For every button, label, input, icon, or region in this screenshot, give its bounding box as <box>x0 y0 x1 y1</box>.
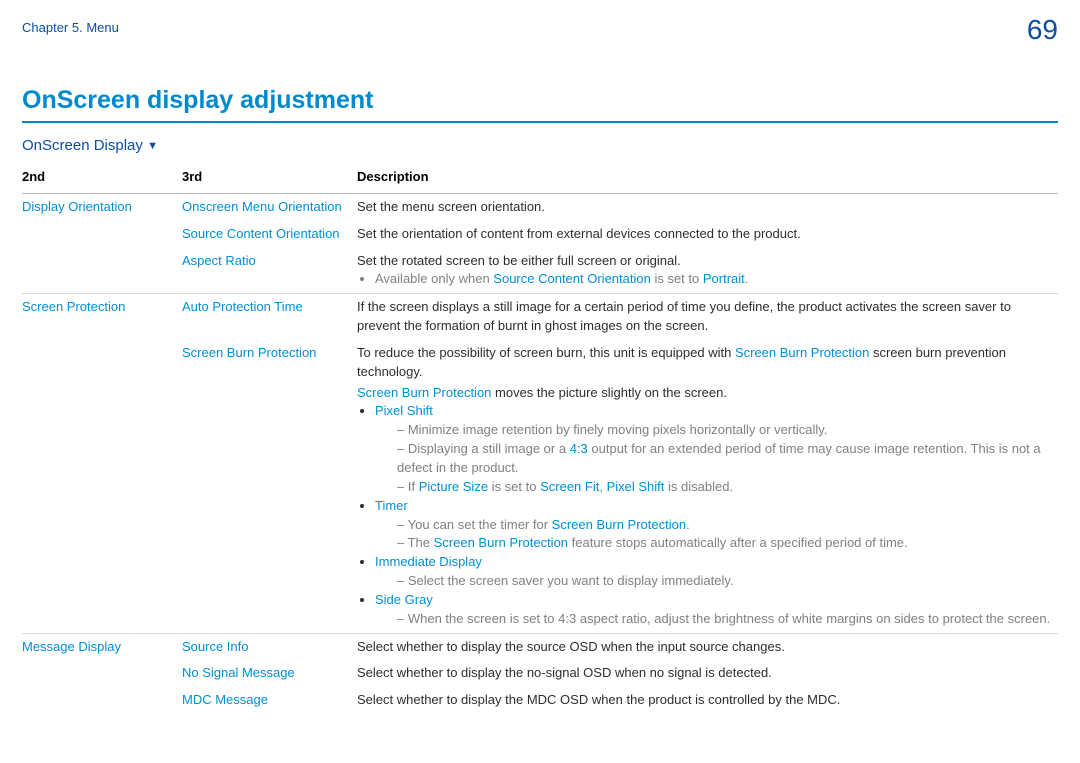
sub-item: Minimize image retention by finely movin… <box>397 421 1052 440</box>
description: Select whether to display the source OSD… <box>357 633 1058 660</box>
sub-item: You can set the timer for Screen Burn Pr… <box>397 516 1052 535</box>
table-row: No Signal Message Select whether to disp… <box>22 660 1058 687</box>
col-header-desc: Description <box>357 162 1058 193</box>
chapter-label: Chapter 5. Menu <box>22 14 119 35</box>
sub-item: When the screen is set to 4:3 aspect rat… <box>397 610 1052 629</box>
bullet-pixel-shift: Pixel Shift Minimize image retention by … <box>375 402 1052 496</box>
third-level: Source Content Orientation <box>182 221 357 248</box>
description: Select whether to display the MDC OSD wh… <box>357 687 1058 714</box>
third-level: Aspect Ratio <box>182 248 357 294</box>
table-row: Screen Protection Auto Protection Time I… <box>22 294 1058 340</box>
table-row: Display Orientation Onscreen Menu Orient… <box>22 193 1058 220</box>
table-row: Screen Burn Protection To reduce the pos… <box>22 340 1058 633</box>
table-row: Message Display Source Info Select wheth… <box>22 633 1058 660</box>
section-heading: OnScreen Display ▼ <box>22 137 1058 154</box>
second-level: Screen Protection <box>22 294 182 340</box>
description: Select whether to display the no-signal … <box>357 660 1058 687</box>
table-row: MDC Message Select whether to display th… <box>22 687 1058 714</box>
third-level: Onscreen Menu Orientation <box>182 193 357 220</box>
col-header-2nd: 2nd <box>22 162 182 193</box>
third-level: Auto Protection Time <box>182 294 357 340</box>
sub-item: The Screen Burn Protection feature stops… <box>397 534 1052 553</box>
sub-item: Select the screen saver you want to disp… <box>397 572 1052 591</box>
col-header-3rd: 3rd <box>182 162 357 193</box>
section-text: OnScreen Display <box>22 137 143 154</box>
sub-item: Displaying a still image or a 4:3 output… <box>397 440 1052 478</box>
bullet-timer: Timer You can set the timer for Screen B… <box>375 497 1052 554</box>
description: Set the orientation of content from exte… <box>357 221 1058 248</box>
second-level: Message Display <box>22 633 182 660</box>
third-level: MDC Message <box>182 687 357 714</box>
page-header: Chapter 5. Menu 69 <box>22 14 1058 46</box>
description: If the screen displays a still image for… <box>357 294 1058 340</box>
description: To reduce the possibility of screen burn… <box>357 340 1058 633</box>
table-row: Source Content Orientation Set the orien… <box>22 221 1058 248</box>
third-level: No Signal Message <box>182 660 357 687</box>
third-level: Screen Burn Protection <box>182 340 357 633</box>
page-number: 69 <box>1027 14 1058 46</box>
sub-item: If Picture Size is set to Screen Fit, Pi… <box>397 478 1052 497</box>
caret-down-icon: ▼ <box>147 140 158 152</box>
menu-table: 2nd 3rd Description Display Orientation … <box>22 162 1058 714</box>
description: Set the menu screen orientation. <box>357 193 1058 220</box>
page-title: OnScreen display adjustment <box>22 86 1058 123</box>
note-item: Available only when Source Content Orien… <box>375 270 1052 289</box>
bullet-immediate-display: Immediate Display Select the screen save… <box>375 553 1052 591</box>
third-level: Source Info <box>182 633 357 660</box>
description: Set the rotated screen to be either full… <box>357 248 1058 294</box>
table-row: Aspect Ratio Set the rotated screen to b… <box>22 248 1058 294</box>
second-level: Display Orientation <box>22 193 182 220</box>
bullet-side-gray: Side Gray When the screen is set to 4:3 … <box>375 591 1052 629</box>
